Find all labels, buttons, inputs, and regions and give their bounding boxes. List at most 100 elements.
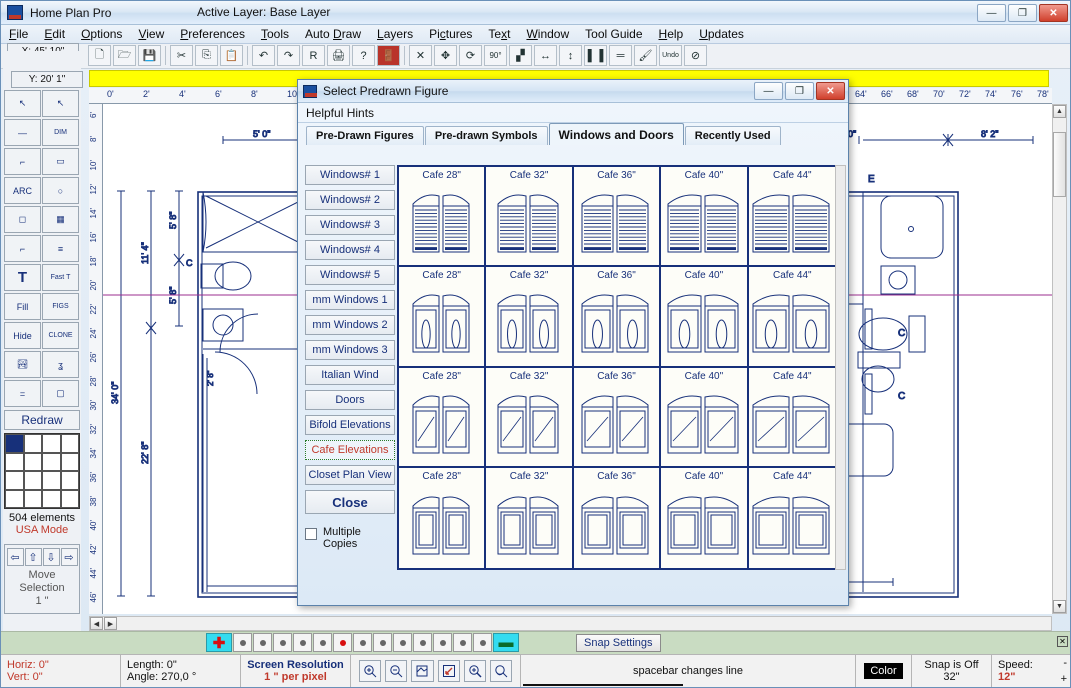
palette-swatch[interactable] <box>23 471 42 490</box>
arc-tool[interactable]: ARC <box>4 177 41 204</box>
layer-dot-button[interactable] <box>233 633 252 652</box>
line-style-icon[interactable]: ═ <box>609 45 632 66</box>
layer-dot-button[interactable] <box>253 633 272 652</box>
layer-dot-button[interactable] <box>433 633 452 652</box>
palette-swatch[interactable] <box>42 489 61 508</box>
category-mm-windows-1[interactable]: mm Windows 1 <box>305 290 395 310</box>
layer-dot-button[interactable] <box>473 633 492 652</box>
category-bifold-elevations[interactable]: Bifold Elevations <box>305 415 395 435</box>
figure-cell[interactable]: Cafe 40" <box>661 167 749 268</box>
figure-cell[interactable]: Cafe 40" <box>661 467 749 568</box>
layer-dot-button[interactable] <box>413 633 432 652</box>
print-icon[interactable]: 🖨 <box>327 45 350 66</box>
layer-dot-button[interactable] <box>313 633 332 652</box>
save-disk-icon[interactable]: 💾 <box>138 45 161 66</box>
new-file-icon[interactable]: 🗋 <box>88 45 111 66</box>
dialog-maximize-button[interactable]: ❐ <box>785 82 814 100</box>
zoom-in-icon[interactable] <box>358 660 382 682</box>
polyline-tool[interactable]: ⌐ <box>4 148 41 175</box>
hide-tool[interactable]: Hide <box>4 322 41 349</box>
picture-tool[interactable]: 🏞 <box>4 351 41 378</box>
color-button[interactable]: Color <box>864 663 903 679</box>
dialog-minimize-button[interactable]: — <box>754 82 783 100</box>
circle-tool[interactable]: ○ <box>42 177 79 204</box>
menu-preferences[interactable]: Preferences <box>172 26 253 42</box>
multiple-copies-row[interactable]: Multiple Copies <box>305 526 395 550</box>
move-right-button[interactable]: ⇨ <box>60 548 78 566</box>
category-closet-plan-view[interactable]: Closet Plan View <box>305 465 395 485</box>
snap-settings-button[interactable]: Snap Settings <box>576 634 661 652</box>
stair-tool[interactable]: ⌐ <box>4 235 41 262</box>
palette-swatch[interactable] <box>23 452 42 471</box>
figure-cell[interactable]: Cafe 32" <box>486 267 574 368</box>
palette-swatch[interactable] <box>23 434 42 453</box>
layer-dot-button[interactable] <box>333 633 352 652</box>
layer-dot-button[interactable] <box>373 633 392 652</box>
palette-swatch[interactable] <box>5 452 24 471</box>
figure-cell[interactable]: Cafe 28" <box>399 167 487 268</box>
palette-swatch[interactable] <box>5 434 24 453</box>
tab-recently-used[interactable]: Recently Used <box>684 126 781 145</box>
palette-swatch[interactable] <box>42 471 61 490</box>
help-question-icon[interactable]: ? <box>352 45 375 66</box>
redo-icon[interactable]: ↷ <box>277 45 300 66</box>
wall-tool[interactable]: ◻ <box>4 206 41 233</box>
palette-swatch[interactable] <box>60 489 79 508</box>
category-italian-wind[interactable]: Italian Wind <box>305 365 395 385</box>
frame-tool[interactable]: ▢ <box>42 380 79 407</box>
figure-cell[interactable]: Cafe 36" <box>573 467 662 568</box>
fast-text-tool[interactable]: Fast T <box>42 264 79 291</box>
palette-swatch[interactable] <box>42 434 61 453</box>
move-up-button[interactable]: ⇧ <box>24 548 42 566</box>
tab-pre-drawn-symbols[interactable]: Pre-drawn Symbols <box>424 126 548 145</box>
scroll-up-arrow[interactable]: ▲ <box>1053 105 1066 118</box>
rotate-90-icon[interactable]: 90° <box>484 45 507 66</box>
figure-cell[interactable]: Cafe 28" <box>399 467 487 568</box>
move-icon[interactable]: ✥ <box>434 45 457 66</box>
palette-swatch[interactable] <box>23 489 42 508</box>
figures-tool[interactable]: FIGS <box>42 293 79 320</box>
close-bar-icon[interactable]: ✕ <box>1057 636 1068 647</box>
scroll-down-arrow[interactable]: ▼ <box>1053 600 1066 613</box>
menu-text[interactable]: Text <box>480 26 518 42</box>
figure-cell[interactable]: Cafe 40" <box>661 367 749 468</box>
vertical-ruler[interactable]: 6' 8' 10' 12' 14' 16' 18' 20' 22' 24' 26' 28' 30' 32'… <box>89 104 103 614</box>
dialog-close-action-button[interactable]: Close <box>305 490 395 514</box>
horizontal-scrollbar[interactable]: ◀ ▶ <box>89 616 1052 631</box>
helpful-hints-menu[interactable]: Helpful Hints <box>298 103 848 123</box>
menu-tool-guide[interactable]: Tool Guide <box>577 26 650 42</box>
column-fill-icon[interactable]: ▌▐ <box>584 45 607 66</box>
line-tool[interactable]: — <box>4 119 41 146</box>
horizontal-size-icon[interactable]: ↔ <box>534 45 557 66</box>
layer-dot-button[interactable] <box>273 633 292 652</box>
menu-auto-draw[interactable]: Auto Draw <box>297 26 369 42</box>
zoom-region-icon[interactable] <box>463 660 486 682</box>
speed-decrease-button[interactable]: - <box>1063 657 1067 669</box>
zoom-select-icon[interactable] <box>437 660 460 682</box>
category-cafe-elevations[interactable]: Cafe Elevations <box>305 440 395 460</box>
scroll-left-arrow[interactable]: ◀ <box>90 617 103 630</box>
figure-cell[interactable]: Cafe 32" <box>486 467 574 568</box>
text-tool[interactable]: T <box>4 264 41 291</box>
menu-help[interactable]: Help <box>651 26 692 42</box>
open-folder-icon[interactable]: 🗁 <box>113 45 136 66</box>
door-icon[interactable]: 🚪 <box>377 45 400 66</box>
category-windows-4[interactable]: Windows# 4 <box>305 240 395 260</box>
menu-file[interactable]: File <box>1 26 36 42</box>
fit-page-icon[interactable] <box>411 660 434 682</box>
no-select-icon[interactable]: ⊘ <box>684 45 707 66</box>
move-left-button[interactable]: ⇦ <box>6 548 24 566</box>
palette-swatch[interactable] <box>60 452 79 471</box>
layer-dot-button[interactable] <box>293 633 312 652</box>
palette-swatch[interactable] <box>5 471 24 490</box>
move-down-button[interactable]: ⇩ <box>42 548 60 566</box>
ruler-r-icon[interactable]: R <box>302 45 325 66</box>
figure-cell[interactable]: Cafe 36" <box>573 167 662 268</box>
speed-increase-button[interactable]: + <box>1061 673 1067 685</box>
dimension-tool[interactable]: DIM <box>42 119 79 146</box>
menu-view[interactable]: View <box>130 26 172 42</box>
menu-window[interactable]: Window <box>518 26 577 42</box>
window-grid-tool[interactable]: ▦ <box>42 206 79 233</box>
add-layer-button[interactable]: ✚ <box>206 633 232 652</box>
beam-tool[interactable]: ≡ <box>42 235 79 262</box>
